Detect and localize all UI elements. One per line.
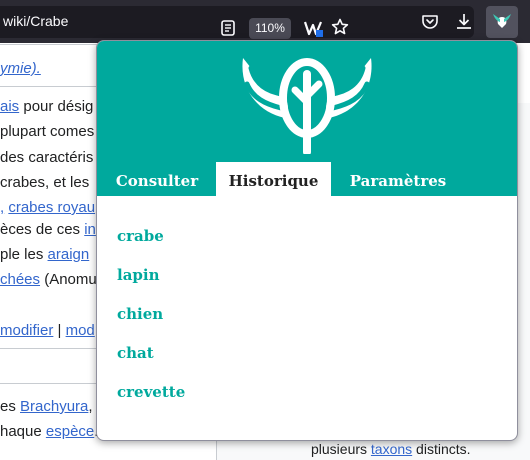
- article-text: des caractéris: [0, 149, 94, 166]
- article-link[interactable]: araign: [48, 246, 90, 263]
- reader-view-icon[interactable]: [221, 20, 235, 36]
- edit-link[interactable]: modifier: [0, 322, 53, 339]
- article-link[interactable]: ,: [0, 199, 4, 216]
- wikipedia-w-icon[interactable]: [304, 18, 324, 38]
- edit-links: modifier | mod: [0, 322, 95, 339]
- star-icon[interactable]: [331, 18, 349, 36]
- wiktionary-wings-icon: [242, 58, 372, 154]
- history-item-chat[interactable]: chat: [117, 344, 154, 362]
- extension-popup: Consulter Historique Paramètres crabe la…: [96, 40, 518, 441]
- popup-tabs: Consulter Historique Paramètres: [97, 162, 517, 196]
- article-line: ymie).: [0, 60, 41, 77]
- divider: [0, 348, 98, 349]
- browser-toolbar: wiki/Crabe 110%: [0, 0, 530, 43]
- article-text: es: [0, 398, 21, 415]
- divider: [0, 86, 98, 87]
- article-line: ple les araign: [0, 246, 89, 263]
- infobox-link[interactable]: taxons: [371, 441, 412, 457]
- history-item-crabe[interactable]: crabe: [117, 227, 164, 245]
- history-item-chien[interactable]: chien: [117, 305, 163, 323]
- article-link[interactable]: Brachyura: [20, 398, 88, 415]
- wiktionary-wings-icon: [493, 14, 511, 28]
- infobox-text: plusieurs: [311, 441, 371, 457]
- article-text: ,: [88, 398, 93, 415]
- article-link[interactable]: ais: [0, 98, 19, 115]
- extension-button[interactable]: [486, 6, 518, 38]
- infobox-text: distincts.: [412, 441, 471, 457]
- article-line: ais pour désig: [0, 98, 93, 115]
- tab-historique[interactable]: Historique: [216, 162, 331, 196]
- article-link[interactable]: crabes royau: [8, 199, 95, 216]
- url-text[interactable]: wiki/Crabe: [3, 13, 68, 29]
- article-line: èces de ces in: [0, 221, 96, 238]
- tab-parametres[interactable]: Paramètres: [343, 162, 453, 196]
- edit-link[interactable]: mod: [66, 322, 95, 339]
- article-line: chées (Anomu: [0, 271, 97, 288]
- article-link[interactable]: ymie).: [0, 60, 41, 77]
- download-icon[interactable]: [455, 12, 473, 30]
- article-link[interactable]: espèce: [46, 423, 94, 440]
- article-text: ple les: [0, 246, 48, 263]
- divider: [0, 44, 98, 45]
- edit-separator: |: [53, 322, 66, 339]
- popup-header: Consulter Historique Paramètres: [97, 41, 517, 196]
- pocket-icon[interactable]: [421, 13, 439, 31]
- article-line: es Brachyura,: [0, 398, 93, 415]
- zoom-level-badge[interactable]: 110%: [249, 18, 291, 39]
- tab-consulter[interactable]: Consulter: [107, 162, 207, 196]
- url-bar[interactable]: wiki/Crabe 110%: [0, 6, 474, 39]
- article-line: haque espèce.: [0, 423, 98, 440]
- article-line: , crabes royau: [0, 199, 95, 216]
- article-text: pour désig: [19, 98, 94, 115]
- article-text: haque: [0, 423, 46, 440]
- history-item-crevette[interactable]: crevette: [117, 383, 185, 401]
- article-text: plupart comes: [0, 123, 95, 140]
- divider: [0, 383, 98, 384]
- article-text: (Anomu: [40, 271, 97, 288]
- article-text: èces de ces: [0, 221, 85, 238]
- infobox-line: plusieurs taxons distincts.: [311, 441, 471, 457]
- history-item-lapin[interactable]: lapin: [117, 266, 160, 284]
- article-link[interactable]: chées: [0, 271, 40, 288]
- article-text: crabes, et les: [0, 174, 90, 191]
- article-link[interactable]: in: [84, 221, 96, 238]
- article-text: ...: [60, 452, 73, 460]
